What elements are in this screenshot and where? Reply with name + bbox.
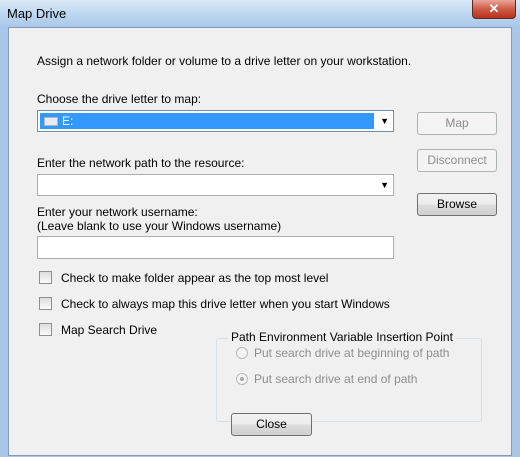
chevron-down-icon[interactable]: ▼ — [380, 180, 389, 190]
close-button[interactable]: Close — [231, 413, 312, 436]
path-env-title: Path Environment Variable Insertion Poin… — [228, 330, 456, 344]
map-button[interactable]: Map — [417, 112, 497, 135]
drive-icon — [44, 117, 58, 126]
drive-letter-selection: E: — [40, 113, 374, 129]
top-level-label: Check to make folder appear as the top m… — [61, 271, 329, 285]
drive-letter-select[interactable]: E: ▼ — [37, 110, 394, 132]
end-radio[interactable] — [236, 373, 248, 385]
drive-letter-label: Choose the drive letter to map: — [37, 92, 202, 106]
end-radio-label: Put search drive at end of path — [254, 372, 418, 386]
beginning-radio-label: Put search drive at beginning of path — [254, 346, 450, 360]
chevron-down-icon[interactable]: ▼ — [380, 116, 389, 126]
disconnect-button[interactable]: Disconnect — [417, 149, 497, 172]
beginning-radio[interactable] — [236, 347, 248, 359]
network-path-label: Enter the network path to the resource: — [37, 156, 245, 170]
always-map-label: Check to always map this drive letter wh… — [61, 297, 390, 311]
search-drive-checkbox[interactable] — [39, 323, 52, 336]
browse-button[interactable]: Browse — [417, 193, 497, 216]
top-level-checkbox[interactable] — [39, 271, 52, 284]
username-field[interactable] — [37, 236, 394, 259]
network-path-combo[interactable]: ▼ — [37, 174, 394, 196]
title-bar[interactable]: Map Drive ✕ — [0, 0, 520, 27]
always-map-checkbox[interactable] — [39, 297, 52, 310]
window-title: Map Drive — [7, 6, 67, 21]
drive-letter-value: E: — [62, 114, 74, 128]
dialog-body: Assign a network folder or volume to a d… — [8, 27, 512, 456]
username-hint: (Leave blank to use your Windows usernam… — [37, 219, 282, 233]
intro-text: Assign a network folder or volume to a d… — [37, 54, 412, 68]
map-drive-window: Map Drive ✕ Assign a network folder or v… — [0, 0, 520, 457]
username-label: Enter your network username: — [37, 205, 198, 219]
search-drive-label: Map Search Drive — [61, 323, 158, 337]
close-window-button[interactable]: ✕ — [472, 0, 516, 19]
